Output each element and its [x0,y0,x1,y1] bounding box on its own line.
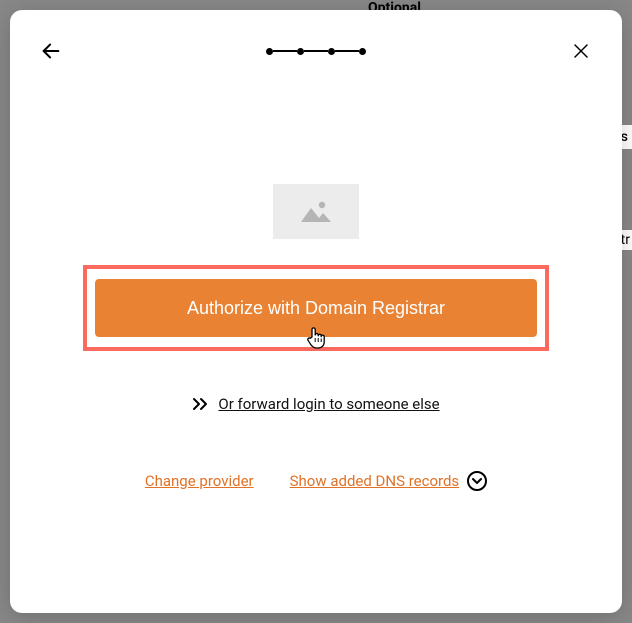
step-segment [273,50,297,52]
expand-dns-button[interactable] [467,471,487,491]
step-segment [304,50,328,52]
authorize-button-label: Authorize with Domain Registrar [187,298,445,319]
modal-dialog: Authorize with Domain Registrar Or forwa… [10,10,622,613]
forward-login-row: Or forward login to someone else [192,395,439,413]
back-button[interactable] [38,38,64,64]
show-dns-records-link[interactable]: Show added DNS records [290,472,460,490]
chevron-down-icon [472,477,482,485]
authorize-button[interactable]: Authorize with Domain Registrar [95,279,537,337]
double-chevron-right-icon [192,397,210,411]
close-icon [572,42,590,60]
modal-content: Authorize with Domain Registrar Or forwa… [38,184,594,491]
modal-header [38,38,594,64]
arrow-left-icon [40,40,62,62]
step-dot [266,48,273,55]
step-dot [359,48,366,55]
provider-logo-placeholder [273,184,359,239]
change-provider-link[interactable]: Change provider [145,472,254,490]
image-placeholder-icon [299,198,333,226]
show-dns-wrap: Show added DNS records [290,471,488,491]
highlight-frame: Authorize with Domain Registrar [83,265,549,351]
forward-login-link[interactable]: Or forward login to someone else [218,395,439,413]
step-dot [297,48,304,55]
step-dot [328,48,335,55]
close-button[interactable] [568,38,594,64]
secondary-links-row: Change provider Show added DNS records [145,471,487,491]
step-segment [335,50,359,52]
progress-stepper [266,48,366,55]
